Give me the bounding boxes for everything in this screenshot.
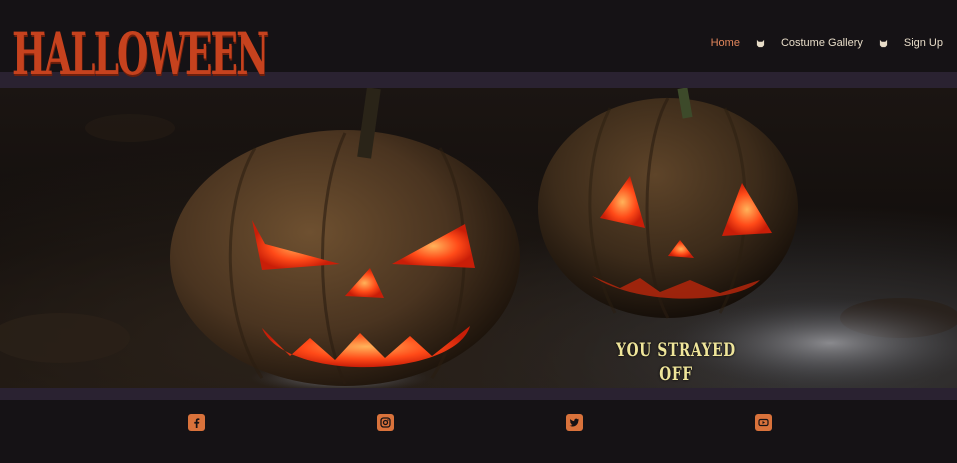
cat-icon <box>756 39 765 47</box>
instagram-icon[interactable] <box>377 414 394 431</box>
main-nav: Home Costume Gallery Sign Up <box>711 37 943 49</box>
nav-costume-gallery-link[interactable]: Costume Gallery <box>781 37 863 49</box>
nav-sign-up-link[interactable]: Sign Up <box>904 37 943 49</box>
nav-home-link[interactable]: Home <box>711 37 740 49</box>
hero-tagline: YOU STRAYED OFF THE BEATEN PATH AT YOUR … <box>616 339 736 388</box>
cat-icon <box>879 39 887 47</box>
footer-divider <box>0 388 957 400</box>
facebook-icon[interactable] <box>188 414 205 431</box>
site-footer <box>0 400 957 463</box>
pumpkins-photo <box>0 88 957 388</box>
youtube-icon[interactable] <box>755 414 772 431</box>
hero-banner: YOU STRAYED OFF THE BEATEN PATH AT YOUR … <box>0 88 957 388</box>
twitter-icon[interactable] <box>566 414 583 431</box>
site-logo[interactable]: HALLOWEEN <box>12 8 269 100</box>
